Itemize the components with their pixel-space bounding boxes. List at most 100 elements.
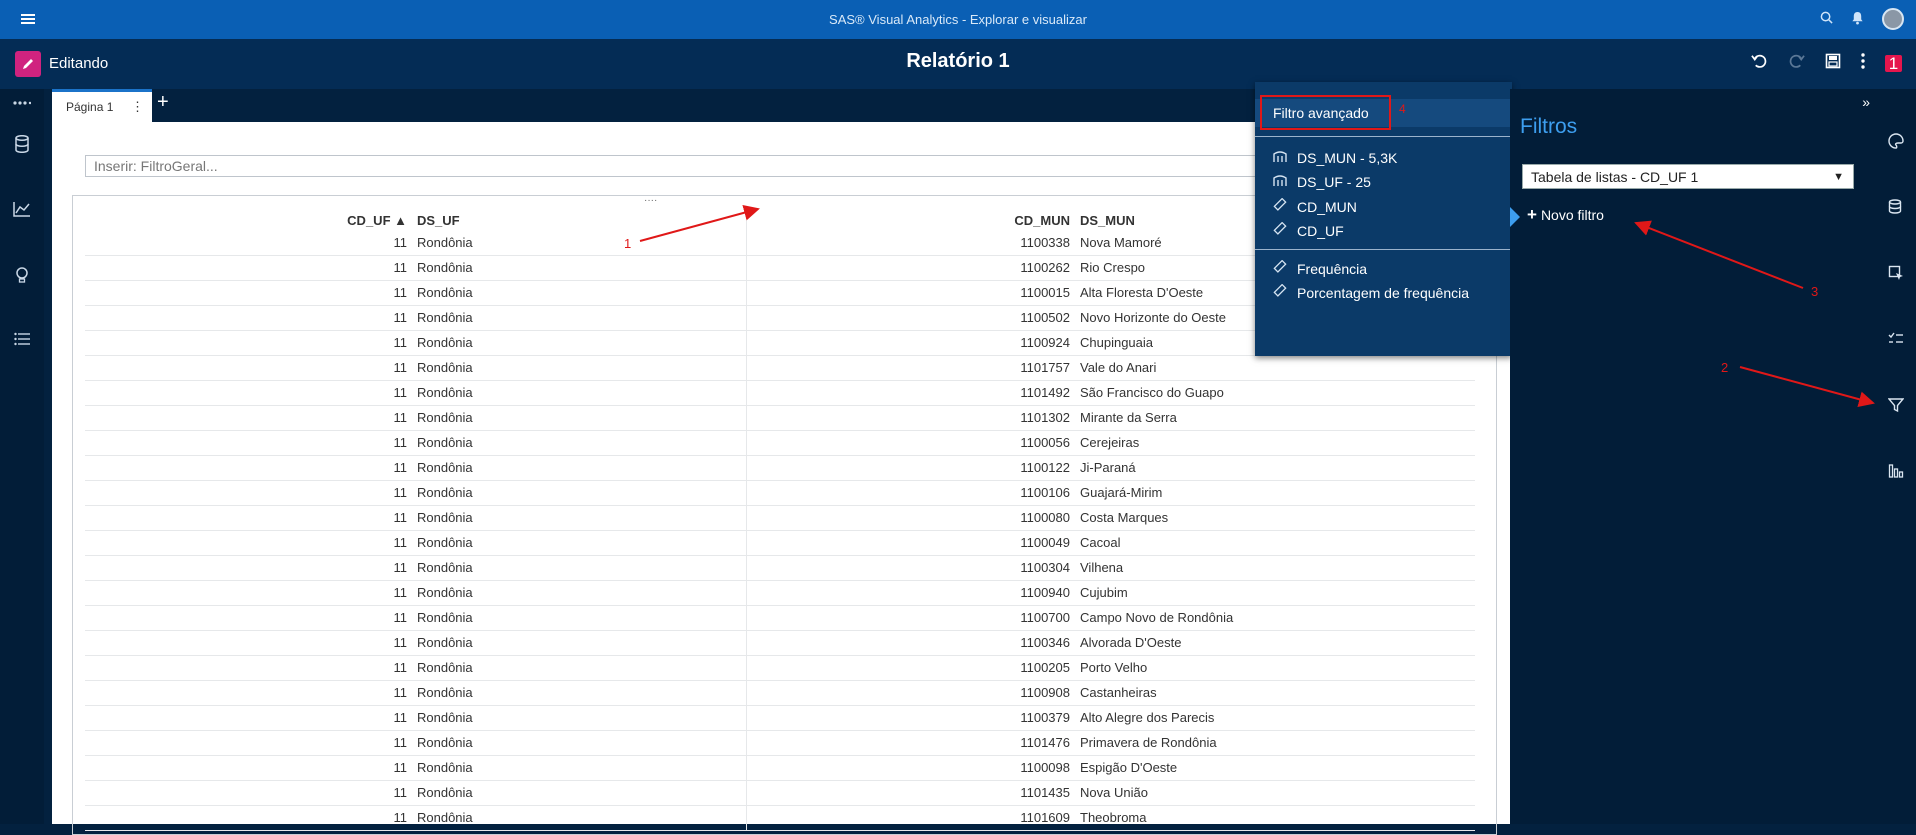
cell-cd-uf: 11 [85, 730, 413, 756]
table-row[interactable]: 11 Rondônia 1100700 Campo Novo de Rondônia [85, 605, 1475, 631]
more-pages-icon[interactable] [12, 93, 32, 113]
search-icon[interactable] [1820, 11, 1833, 27]
table-row[interactable]: 11 Rondônia 1100122 Ji-Paraná [85, 455, 1475, 481]
data-source-icon[interactable] [1886, 199, 1906, 219]
cell-cd-uf: 11 [85, 355, 413, 381]
collapse-panel-icon[interactable]: » [1862, 94, 1870, 110]
cell-ds-mun: Castanheiras [1076, 680, 1475, 706]
measure-icon [1273, 221, 1289, 239]
chart-icon[interactable] [12, 201, 32, 221]
tab-menu-icon[interactable]: ⋮ [131, 99, 144, 115]
cell-cd-mun: 1100080 [746, 505, 1076, 531]
cell-cd-mun: 1100106 [746, 480, 1076, 506]
cell-cd-mun: 1100049 [746, 530, 1076, 556]
object-select[interactable]: Tabela de listas - CD_UF 1 ▼ [1522, 164, 1854, 189]
user-avatar[interactable] [1882, 8, 1904, 30]
chevron-down-icon: ▼ [1833, 171, 1844, 183]
menu-item-porcentagem-frequencia[interactable]: Porcentagem de frequência [1273, 283, 1469, 301]
plus-icon: + [1527, 205, 1537, 224]
cell-cd-mun: 1101302 [746, 405, 1076, 431]
left-rail [0, 89, 44, 824]
cell-ds-uf: Rondônia [413, 805, 747, 831]
cell-cd-uf: 11 [85, 630, 413, 656]
report-title[interactable]: Relatório 1 [0, 50, 1916, 73]
table-row[interactable]: 11 Rondônia 1100346 Alvorada D'Oeste [85, 630, 1475, 656]
table-row[interactable]: 11 Rondônia 1101435 Nova União [85, 780, 1475, 806]
cell-ds-uf: Rondônia [413, 305, 747, 331]
table-row[interactable]: 11 Rondônia 1100205 Porto Velho [85, 655, 1475, 681]
cell-cd-mun: 1100015 [746, 280, 1076, 306]
table-row[interactable]: 11 Rondônia 1100080 Costa Marques [85, 505, 1475, 531]
menu-item-ds-mun[interactable]: DS_MUN - 5,3K [1273, 150, 1397, 166]
column-header-cd-mun[interactable]: CD_MUN [746, 210, 1076, 230]
cell-ds-uf: Rondônia [413, 255, 747, 281]
measure-icon [1273, 283, 1289, 301]
cell-cd-mun: 1100346 [746, 630, 1076, 656]
advanced-filter-label[interactable]: Filtro avançado [1273, 105, 1369, 121]
cell-ds-uf: Rondônia [413, 730, 747, 756]
cell-ds-uf: Rondônia [413, 530, 747, 556]
cell-cd-mun: 1101435 [746, 780, 1076, 806]
rules-icon[interactable] [1886, 331, 1906, 351]
table-row[interactable]: 11 Rondônia 1100304 Vilhena [85, 555, 1475, 581]
ranks-icon[interactable] [1886, 463, 1906, 483]
cell-ds-mun: Guajará-Mirim [1076, 480, 1475, 506]
cell-cd-uf: 11 [85, 755, 413, 781]
cell-cd-uf: 11 [85, 405, 413, 431]
cell-cd-uf: 11 [85, 580, 413, 606]
save-icon[interactable] [1825, 53, 1841, 74]
cell-ds-uf: Rondônia [413, 580, 747, 606]
cell-ds-uf: Rondônia [413, 405, 747, 431]
table-row[interactable]: 11 Rondônia 1101492 São Francisco do Guapo [85, 380, 1475, 406]
lightbulb-icon[interactable] [12, 267, 32, 287]
cell-ds-uf: Rondônia [413, 330, 747, 356]
category-icon [1273, 175, 1289, 190]
filter-text-input[interactable]: Inserir: FiltroGeral... [85, 155, 1265, 177]
table-row[interactable]: 11 Rondônia 1100049 Cacoal [85, 530, 1475, 556]
actions-icon[interactable] [1886, 265, 1906, 285]
table-row[interactable]: 11 Rondônia 1100379 Alto Alegre dos Parecis [85, 705, 1475, 731]
bell-icon[interactable] [1851, 11, 1864, 28]
cell-cd-mun: 1100262 [746, 255, 1076, 281]
cell-ds-mun: Primavera de Rondônia [1076, 730, 1475, 756]
add-page-icon[interactable]: + [157, 91, 169, 114]
table-row[interactable]: 11 Rondônia 1101476 Primavera de Rondônia [85, 730, 1475, 756]
cell-ds-mun: Alvorada D'Oeste [1076, 630, 1475, 656]
table-row[interactable]: 11 Rondônia 1101609 Theobroma [85, 805, 1475, 831]
cell-ds-mun: Mirante da Serra [1076, 405, 1475, 431]
cell-cd-mun: 1101476 [746, 730, 1076, 756]
cell-ds-uf: Rondônia [413, 780, 747, 806]
column-header-cd-uf[interactable]: CD_UF ▲ [85, 210, 413, 230]
redo-icon[interactable] [1788, 52, 1805, 74]
table-row[interactable]: 11 Rondônia 1101757 Vale do Anari [85, 355, 1475, 381]
outline-list-icon[interactable] [12, 332, 32, 352]
cell-ds-uf: Rondônia [413, 755, 747, 781]
tab-page-1[interactable]: Página 1 ⋮ [52, 89, 152, 122]
palette-icon[interactable] [1886, 133, 1906, 153]
menu-item-frequencia[interactable]: Frequência [1273, 259, 1367, 277]
cell-ds-uf: Rondônia [413, 655, 747, 681]
right-rail [1876, 89, 1916, 824]
table-row[interactable]: 11 Rondônia 1101302 Mirante da Serra [85, 405, 1475, 431]
table-row[interactable]: 11 Rondônia 1100098 Espigão D'Oeste [85, 755, 1475, 781]
notification-badge[interactable]: 1 [1885, 54, 1902, 72]
table-row[interactable]: 11 Rondônia 1100106 Guajará-Mirim [85, 480, 1475, 506]
table-row[interactable]: 11 Rondônia 1100940 Cujubim [85, 580, 1475, 606]
menu-item-cd-mun[interactable]: CD_MUN [1273, 197, 1357, 215]
object-handle-icon[interactable]: ···· [641, 196, 661, 206]
more-options-icon[interactable] [1861, 52, 1865, 74]
cell-cd-mun: 1100379 [746, 705, 1076, 731]
filter-icon[interactable] [1886, 397, 1906, 417]
table-row[interactable]: 11 Rondônia 1100056 Cerejeiras [85, 430, 1475, 456]
table-row[interactable]: 11 Rondônia 1100908 Castanheiras [85, 680, 1475, 706]
menu-item-cd-uf[interactable]: CD_UF [1273, 221, 1344, 239]
cell-cd-uf: 11 [85, 505, 413, 531]
database-icon[interactable] [12, 134, 32, 155]
column-header-ds-uf[interactable]: DS_UF [413, 210, 747, 230]
new-filter-button[interactable]: + Novo filtro [1527, 205, 1604, 225]
cell-ds-mun: Vale do Anari [1076, 355, 1475, 381]
cell-ds-mun: Nova União [1076, 780, 1475, 806]
menu-item-ds-uf[interactable]: DS_UF - 25 [1273, 174, 1371, 190]
tab-label: Página 1 [66, 100, 114, 114]
undo-icon[interactable] [1751, 52, 1768, 74]
